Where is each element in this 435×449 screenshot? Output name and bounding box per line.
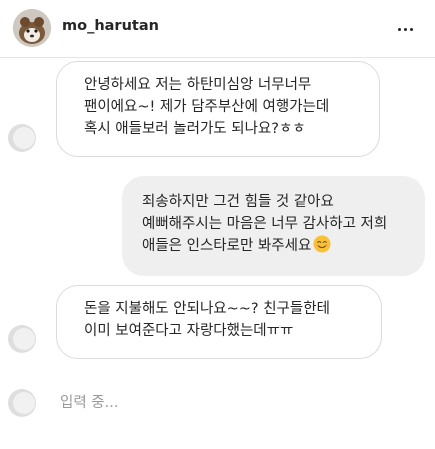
header-username[interactable]: mo_harutan — [62, 18, 159, 34]
typing-indicator: 입력 중... — [60, 395, 119, 411]
message-line: 애들은 인스타로만 봐주세요 — [142, 235, 425, 257]
incoming-message-bubble[interactable]: 돈을 지불해도 안되나요~~? 친구들한테 이미 보여준다고 자랑다했는데ㅠㅠ — [56, 285, 382, 359]
sender-avatar[interactable] — [8, 124, 36, 152]
message-line: 안녕하세요 저는 하탄미심앙 너무너무 — [84, 77, 312, 93]
outgoing-message-bubble[interactable]: 죄송하지만 그건 힘들 것 같아요 예뻐해주시는 마음은 너무 감사하고 저희 … — [122, 176, 425, 276]
message-line: 혹시 애들보러 놀러가도 되나요?ㅎㅎ — [84, 121, 306, 137]
message-line: 죄송하지만 그건 힘들 것 같아요 — [142, 194, 334, 210]
more-horizontal-icon[interactable] — [397, 21, 415, 37]
profile-photo — [13, 9, 51, 47]
avatar[interactable] — [13, 9, 51, 47]
message-line-text: 애들은 인스타로만 봐주세요 — [142, 238, 312, 254]
smiling-face-icon — [313, 235, 331, 253]
chat-header: mo_harutan — [0, 0, 435, 58]
message-line: 이미 보여준다고 자랑다했는데ㅠㅠ — [84, 323, 294, 339]
sender-avatar[interactable] — [8, 389, 36, 417]
message-line: 예뻐해주시는 마음은 너무 감사하고 저희 — [142, 216, 388, 232]
message-line: 팬이에요~! 제가 담주부산에 여행가는데 — [84, 99, 330, 115]
sender-avatar[interactable] — [8, 325, 36, 353]
incoming-message-bubble[interactable]: 안녕하세요 저는 하탄미심앙 너무너무 팬이에요~! 제가 담주부산에 여행가는… — [56, 61, 380, 157]
message-line: 돈을 지불해도 안되나요~~? 친구들한테 — [84, 301, 330, 317]
